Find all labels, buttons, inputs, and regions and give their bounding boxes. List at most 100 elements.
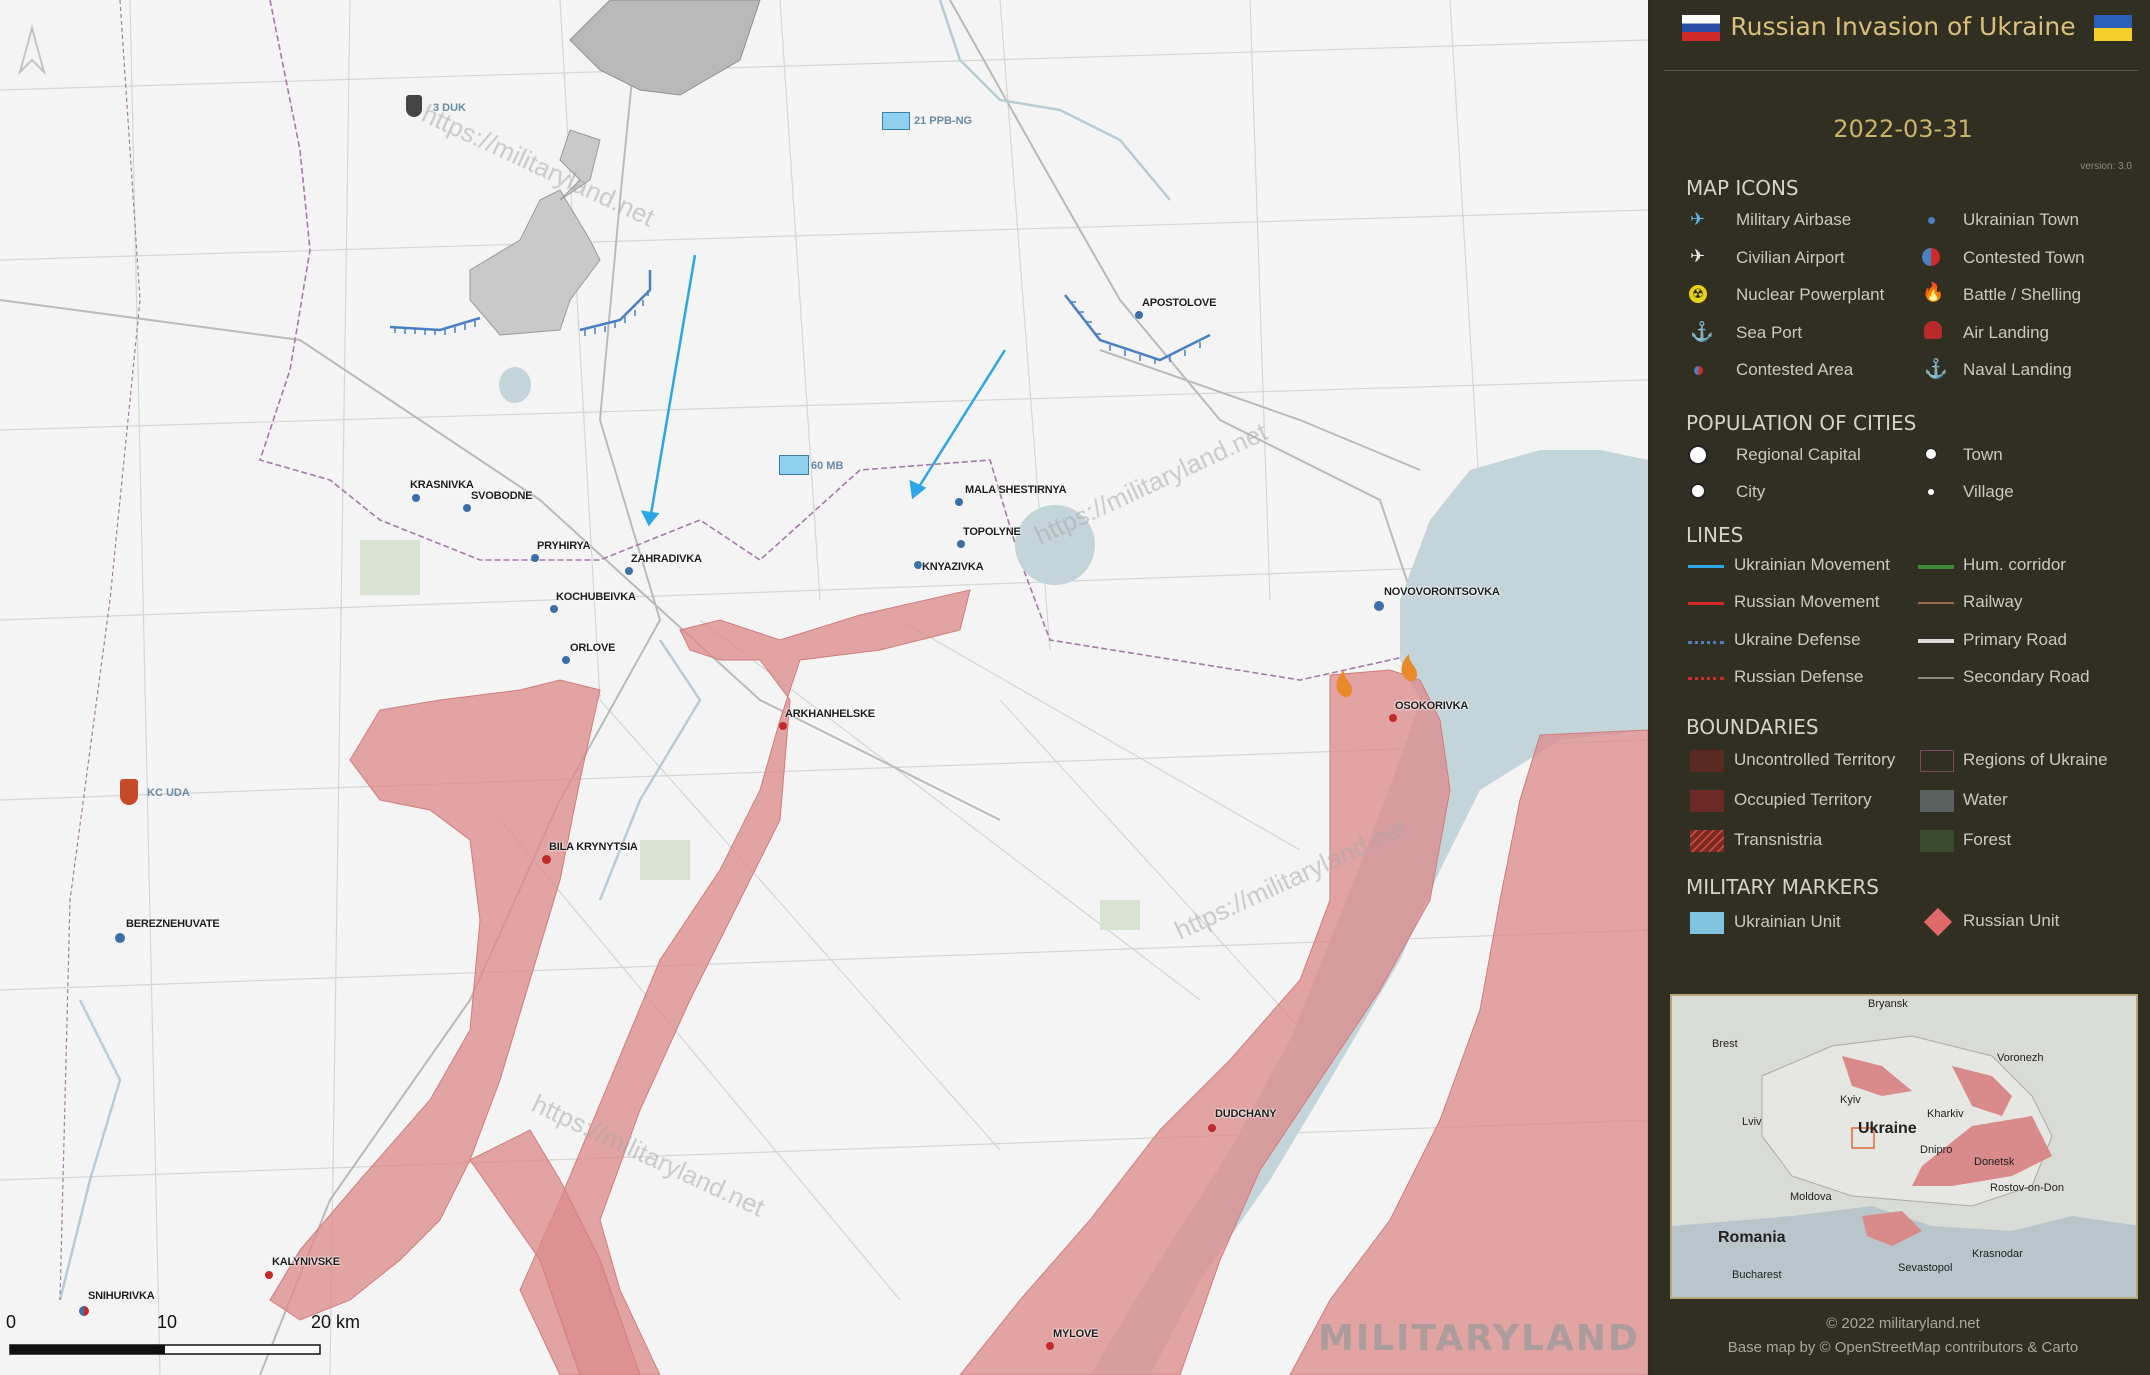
- secondary-road-line: [1918, 677, 1954, 679]
- minimap-label: Brest: [1712, 1038, 1738, 1050]
- transnistria-swatch: [1690, 830, 1724, 852]
- legend-label: Battle / Shelling: [1963, 285, 2082, 304]
- legend-label: Russian Defense: [1734, 667, 1864, 686]
- town-dot[interactable]: [914, 561, 922, 569]
- legend-label: Secondary Road: [1963, 667, 2090, 686]
- town-dot[interactable]: [957, 540, 965, 548]
- town-dot[interactable]: [463, 504, 471, 512]
- town-dot[interactable]: [1389, 714, 1397, 722]
- legend-label: City: [1736, 482, 1766, 501]
- unit-label: 3 DUK: [433, 102, 467, 114]
- town-label: TOPOLYNE: [963, 526, 1021, 538]
- legend-label: Contested Area: [1736, 360, 1854, 379]
- occupied-territory-swatch: [1690, 790, 1724, 812]
- legend-label: Sea Port: [1736, 323, 1803, 342]
- railway-line: [1918, 602, 1954, 604]
- town-label: PRYHIRYA: [537, 540, 591, 552]
- parachute-icon: [1924, 321, 1942, 339]
- legend-label: Railway: [1963, 592, 2023, 611]
- town-label: ZAHRADIVKA: [631, 553, 702, 565]
- regions-swatch: [1920, 750, 1954, 772]
- russian-unit-swatch: [1923, 907, 1953, 937]
- town-dot[interactable]: [115, 933, 125, 943]
- fire-icon: 🔥: [1922, 282, 1945, 302]
- legend-label: Ukrainian Movement: [1734, 555, 1890, 574]
- overview-minimap[interactable]: Bryansk Brest Voronezh Kyiv Kharkiv Lviv…: [1670, 994, 2138, 1299]
- unit-marker-60mb[interactable]: [779, 455, 809, 475]
- town-dot[interactable]: [542, 855, 551, 864]
- town-dot[interactable]: [550, 605, 558, 613]
- uncontrolled-territory-swatch: [1690, 750, 1724, 772]
- town-dot[interactable]: [265, 1271, 273, 1279]
- panel-title: Russian Invasion of Ukraine: [1730, 12, 2076, 41]
- town-dot[interactable]: [955, 498, 963, 506]
- town-label: MALA SHESTIRNYA: [965, 484, 1067, 496]
- ukraine-flag-icon: [2094, 15, 2132, 41]
- scale-label-20: 20 km: [311, 1312, 361, 1332]
- legend-label: Primary Road: [1963, 630, 2067, 649]
- legend-label: Occupied Territory: [1734, 790, 1872, 809]
- copyright-text: © 2022 militaryland.net: [1826, 1315, 1980, 1332]
- town-dot[interactable]: [1374, 601, 1384, 611]
- forest-swatch: [1920, 830, 1954, 852]
- town-dot[interactable]: [412, 494, 420, 502]
- town-dot[interactable]: [531, 554, 539, 562]
- town-label: ORLOVE: [570, 642, 616, 654]
- minimap-label: Donetsk: [1974, 1156, 2015, 1168]
- legend-label: Russian Movement: [1734, 592, 1880, 611]
- ukrainian-movement-line: [1688, 565, 1724, 568]
- legend-label: Air Landing: [1963, 323, 2050, 342]
- legend-label: Transnistria: [1734, 830, 1823, 849]
- lake-small: [499, 367, 531, 403]
- city-size-icon: [1690, 483, 1706, 499]
- airport-icon: ✈: [1690, 246, 1706, 266]
- map-canvas[interactable]: https://militaryland.net https://militar…: [0, 0, 1648, 1375]
- water-swatch: [1920, 790, 1954, 812]
- minimap-svg: [1672, 996, 2136, 1297]
- unit-marker-kcuda[interactable]: [120, 779, 138, 805]
- town-dot[interactable]: [779, 722, 787, 730]
- minimap-label: Lviv: [1742, 1116, 1762, 1128]
- minimap-label: Voronezh: [1997, 1052, 2044, 1064]
- unit-label: KC UDA: [147, 787, 190, 799]
- ukraine-defense-line: [1688, 640, 1724, 644]
- section-population: POPULATION OF CITIES: [1686, 411, 1917, 435]
- legend-label: Russian Unit: [1963, 911, 2060, 930]
- town-dot[interactable]: [1135, 311, 1143, 319]
- town-label: KOCHUBEIVKA: [556, 591, 636, 603]
- minimap-country-label: Ukraine: [1858, 1120, 1917, 1137]
- town-dot[interactable]: [79, 1306, 89, 1316]
- legend-label: Regional Capital: [1736, 445, 1861, 464]
- town-dot[interactable]: [1208, 1124, 1216, 1132]
- village-size-icon: [1928, 489, 1934, 495]
- regional-capital-icon: [1688, 445, 1708, 465]
- town-label: BEREZNEHUVATE: [126, 918, 220, 930]
- minimap-label: Krasnodar: [1972, 1248, 2023, 1260]
- airbase-icon: ✈: [1690, 209, 1706, 229]
- minimap-label: Rostov-on-Don: [1990, 1182, 2064, 1194]
- town-dot[interactable]: [625, 567, 633, 575]
- town-label: ARKHANHELSKE: [785, 708, 875, 720]
- section-map-icons: MAP ICONS: [1686, 176, 1799, 200]
- minimap-label: Kyiv: [1840, 1094, 1861, 1106]
- scale-label-0: 0: [6, 1312, 17, 1332]
- date-label: 2022-03-31: [1833, 115, 1973, 143]
- minimap-country-label: Romania: [1718, 1229, 1786, 1246]
- ukrainian-unit-swatch: [1690, 912, 1724, 934]
- town-dot[interactable]: [562, 656, 570, 664]
- town-dot[interactable]: [1046, 1342, 1054, 1350]
- town-label: DUDCHANY: [1215, 1108, 1277, 1120]
- hum-corridor-line: [1918, 565, 1954, 569]
- contested-area-icon: [1694, 366, 1703, 375]
- unit-marker-21ppb[interactable]: [882, 112, 910, 130]
- town-label: APOSTOLOVE: [1142, 297, 1217, 309]
- unit-marker-3duk[interactable]: [406, 95, 422, 117]
- town-label: BILA KRYNYTSIA: [549, 841, 638, 853]
- legend-label: Ukrainian Town: [1963, 210, 2079, 229]
- section-boundaries: BOUNDARIES: [1686, 715, 1819, 739]
- title-divider: [1664, 70, 2138, 71]
- unit-label: 21 PPB-NG: [914, 115, 973, 127]
- town-label: KNYAZIVKA: [922, 561, 984, 573]
- legend-label: Contested Town: [1963, 248, 2085, 267]
- legend-label: Nuclear Powerplant: [1736, 285, 1885, 304]
